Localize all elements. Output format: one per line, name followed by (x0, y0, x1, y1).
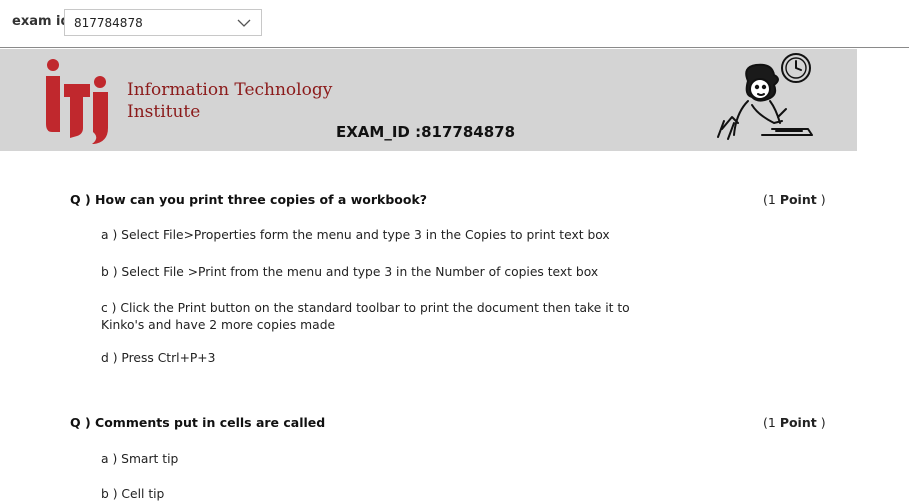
filter-bar: exam id 817784878 (0, 0, 909, 48)
points-word: Point (779, 415, 817, 430)
question-1: Q ) How can you print three copies of a … (70, 192, 428, 207)
question-2-points: (1 Point ) (763, 415, 826, 430)
question-1-option-b[interactable]: b ) Select File >Print from the menu and… (101, 264, 661, 281)
iti-logo (46, 59, 108, 144)
exam-id-selected-value: 817784878 (74, 16, 143, 30)
question-2: Q ) Comments put in cells are called (70, 415, 326, 430)
question-1-option-d[interactable]: d ) Press Ctrl+P+3 (101, 350, 661, 367)
institute-name-line2: Institute (127, 102, 201, 122)
institute-name: Information Technology Institute (127, 79, 332, 123)
question-1-option-a[interactable]: a ) Select File>Properties form the menu… (101, 227, 661, 244)
question-2-option-a[interactable]: a ) Smart tip (101, 451, 661, 468)
question-1-points: (1 Point ) (763, 192, 826, 207)
exam-id-heading: EXAM_ID :817784878 (336, 123, 516, 141)
points-prefix: (1 (763, 415, 780, 430)
chevron-down-icon (237, 19, 251, 27)
exam-id-label: exam id (12, 14, 70, 29)
points-prefix: (1 (763, 192, 780, 207)
points-word: Point (779, 192, 817, 207)
question-2-option-b[interactable]: b ) Cell tip (101, 486, 661, 503)
question-1-option-c[interactable]: c ) Click the Print button on the standa… (101, 300, 661, 334)
points-suffix: ) (816, 192, 826, 207)
points-suffix: ) (816, 415, 826, 430)
exam-id-dropdown[interactable]: 817784878 (64, 9, 262, 36)
institute-name-line1: Information Technology (127, 80, 333, 100)
exam-header-banner: Information Technology Institute EXAM_ID… (0, 49, 857, 151)
student-writing-clock-illustration (717, 53, 813, 140)
